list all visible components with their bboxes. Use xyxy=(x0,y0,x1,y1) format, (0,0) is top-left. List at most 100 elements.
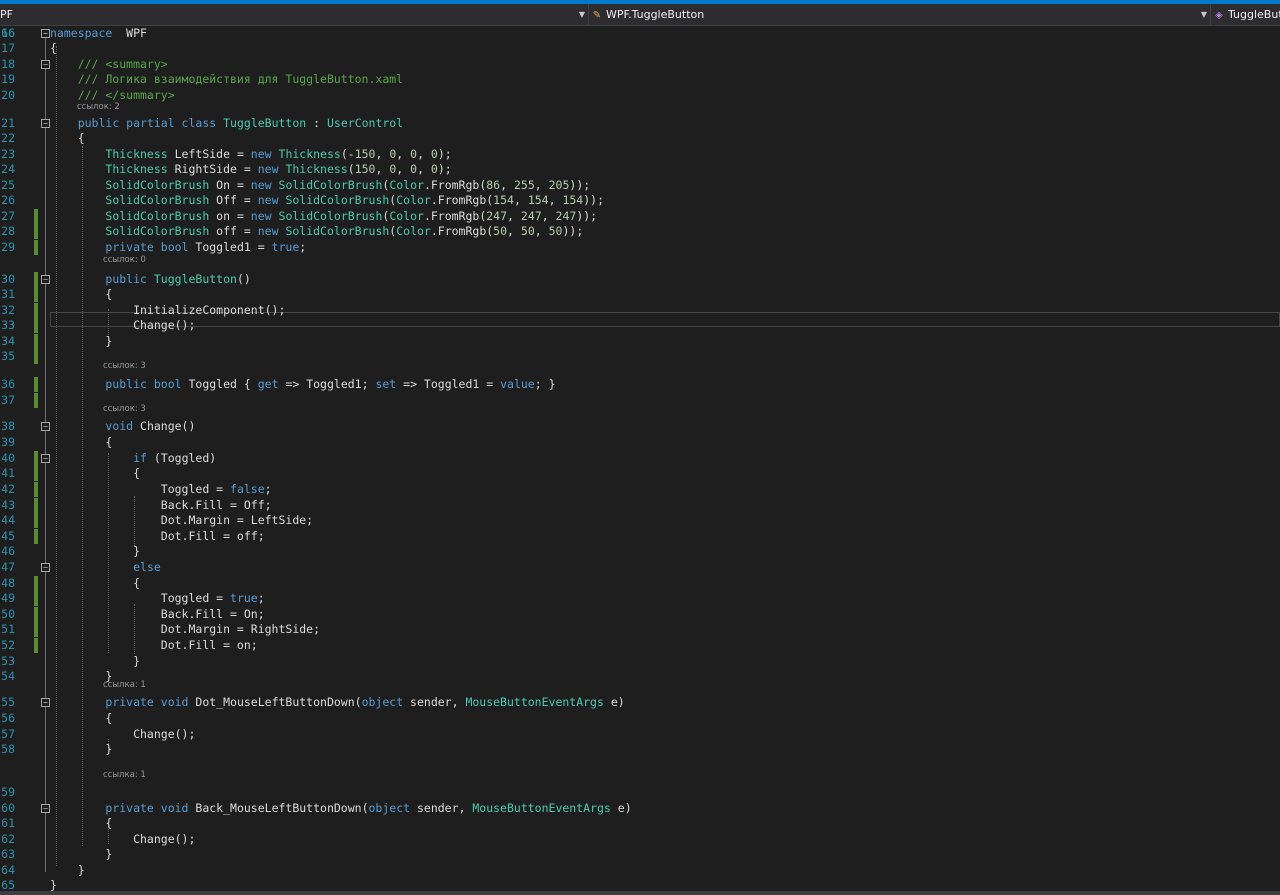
change-marker xyxy=(34,482,38,497)
code-token: /// </summary> xyxy=(50,88,175,102)
code-line[interactable]: 59 xyxy=(0,785,1280,800)
code-token: )); xyxy=(569,178,591,192)
collapse-icon[interactable]: − xyxy=(41,454,50,463)
code-line[interactable]: 25 SolidColorBrush On = new SolidColorBr… xyxy=(0,178,1280,193)
code-token: , xyxy=(396,147,411,161)
code-line[interactable]: 58 } xyxy=(0,742,1280,757)
code-line[interactable]: 53 } xyxy=(0,654,1280,669)
code-line[interactable]: 47 − else xyxy=(0,560,1280,575)
code-line[interactable]: 38 − void Change() xyxy=(0,419,1280,434)
code-lens-references[interactable]: ссылок: 3 xyxy=(103,404,146,414)
code-line[interactable]: 32 InitializeComponent(); xyxy=(0,303,1280,318)
code-line[interactable]: 42 Toggled = false; xyxy=(0,482,1280,497)
code-line[interactable]: 31 { xyxy=(0,287,1280,302)
code-line[interactable]: 50 Back.Fill = On; xyxy=(0,607,1280,622)
code-line[interactable]: 24 Thickness RightSide = new Thickness(1… xyxy=(0,162,1280,177)
code-line[interactable]: 49 Toggled = true; xyxy=(0,591,1280,606)
collapse-icon[interactable]: − xyxy=(41,60,50,69)
collapse-icon[interactable]: − xyxy=(41,422,50,431)
code-token: Dot.Fill = on; xyxy=(50,638,258,652)
horizontal-scrollbar[interactable] xyxy=(0,891,1280,895)
code-token: e) xyxy=(603,695,625,709)
code-line[interactable]: 27 SolidColorBrush on = new SolidColorBr… xyxy=(0,209,1280,224)
code-lens-references[interactable]: ссылок: 3 xyxy=(103,361,146,371)
code-line[interactable]: 46 } xyxy=(0,544,1280,559)
code-line[interactable]: 60 − private void Back_MouseLeftButtonDow… xyxy=(0,801,1280,816)
code-line[interactable]: 55 − private void Dot_MouseLeftButtonDown… xyxy=(0,695,1280,710)
code-line[interactable]: 44 Dot.Margin = LeftSide; xyxy=(0,513,1280,528)
code-token: Thickness xyxy=(105,147,168,161)
collapse-icon[interactable]: − xyxy=(41,275,50,284)
code-line[interactable]: 43 Back.Fill = Off; xyxy=(0,498,1280,513)
code-line[interactable]: 40 − if (Toggled) xyxy=(0,451,1280,466)
collapse-icon[interactable]: − xyxy=(41,804,50,813)
code-line[interactable]: 21 − public partial class TuggleButton : … xyxy=(0,116,1280,131)
code-line[interactable]: 52 Dot.Fill = on; xyxy=(0,638,1280,653)
project-dropdown[interactable]: PF ▼ xyxy=(0,4,589,25)
code-line[interactable]: 33 Change(); xyxy=(0,318,1280,333)
code-line[interactable]: 39 { xyxy=(0,435,1280,450)
code-token: } xyxy=(50,847,113,861)
code-line[interactable]: 30 − public TuggleButton() xyxy=(0,272,1280,287)
code-line[interactable]: 36 public bool Toggled { get => Toggled1… xyxy=(0,377,1280,392)
code-text: { xyxy=(50,41,57,56)
code-line[interactable]: 19 /// Логика взаимодействия для TuggleB… xyxy=(0,72,1280,87)
code-line[interactable]: 28 SolidColorBrush off = new SolidColorB… xyxy=(0,224,1280,239)
code-token: } xyxy=(50,863,85,877)
code-line[interactable]: 51 Dot.Margin = RightSide; xyxy=(0,622,1280,637)
code-lens-references[interactable]: ссылок: 2 xyxy=(77,102,120,112)
code-token: 154 xyxy=(493,193,514,207)
class-dropdown[interactable]: ✎ WPF.TuggleButton ▼ xyxy=(590,4,1211,25)
collapse-icon[interactable]: − xyxy=(41,563,50,572)
line-number: 42 xyxy=(1,482,15,496)
code-line[interactable]: 62 Change(); xyxy=(0,832,1280,847)
code-line[interactable]: 29 private bool Toggled1 = true; xyxy=(0,240,1280,255)
code-line[interactable]: 63 } xyxy=(0,847,1280,862)
code-token: get xyxy=(257,377,279,391)
code-token: Back.Fill = On; xyxy=(50,607,265,621)
code-line[interactable]: 56 { xyxy=(0,711,1280,726)
collapse-icon[interactable]: − xyxy=(41,119,50,128)
code-line[interactable]: 45 Dot.Fill = off; xyxy=(0,529,1280,544)
code-line[interactable]: 17 { xyxy=(0,41,1280,56)
code-line[interactable]: 37 xyxy=(0,393,1280,408)
code-token: e) xyxy=(610,801,632,815)
code-line[interactable]: 35 xyxy=(0,349,1280,364)
line-number: 38 xyxy=(1,419,15,433)
code-line[interactable]: 41 { xyxy=(0,466,1280,481)
line-number: 29 xyxy=(1,240,15,254)
line-number: 60 xyxy=(1,801,15,815)
code-editor[interactable]: 16− namespace WPF 17{18− /// <summary> 19 /… xyxy=(0,26,1280,892)
code-line[interactable]: 20 /// </summary> xyxy=(0,88,1280,103)
code-token: , xyxy=(534,224,549,238)
code-line[interactable]: 66 xyxy=(0,26,1280,41)
change-marker xyxy=(34,622,38,637)
code-line[interactable]: 61 { xyxy=(0,816,1280,831)
code-line[interactable]: 48 { xyxy=(0,576,1280,591)
code-line[interactable]: 57 Change(); xyxy=(0,727,1280,742)
code-lens-references[interactable]: ссылка: 1 xyxy=(103,770,146,780)
code-line[interactable]: 22 { xyxy=(0,131,1280,146)
code-text: Thickness RightSide = new Thickness(150,… xyxy=(50,162,451,177)
code-line[interactable]: 18 − /// <summary> xyxy=(0,57,1280,72)
code-token: 205 xyxy=(548,178,570,192)
code-token: , xyxy=(507,209,521,223)
code-token: Dot_MouseLeftButtonDown( xyxy=(188,695,362,709)
code-line[interactable]: 26 SolidColorBrush Off = new SolidColorB… xyxy=(0,193,1280,208)
change-marker xyxy=(34,466,38,481)
code-token: new xyxy=(250,178,272,192)
code-token: { xyxy=(50,576,141,590)
code-line[interactable]: 23 Thickness LeftSide = new Thickness(-1… xyxy=(0,147,1280,162)
code-line[interactable]: 54 } xyxy=(0,669,1280,684)
code-text: { xyxy=(50,131,85,146)
member-dropdown[interactable]: ◈ TuggleButton xyxy=(1212,4,1280,25)
code-line[interactable]: 64 } xyxy=(0,863,1280,878)
code-line[interactable]: 34 } xyxy=(0,334,1280,349)
code-text: { xyxy=(50,435,112,450)
change-marker xyxy=(34,576,38,591)
code-lens-references[interactable]: ссылок: 0 xyxy=(103,255,146,265)
code-lens-references[interactable]: ссылка: 1 xyxy=(103,680,146,690)
collapse-icon[interactable]: − xyxy=(41,698,50,707)
